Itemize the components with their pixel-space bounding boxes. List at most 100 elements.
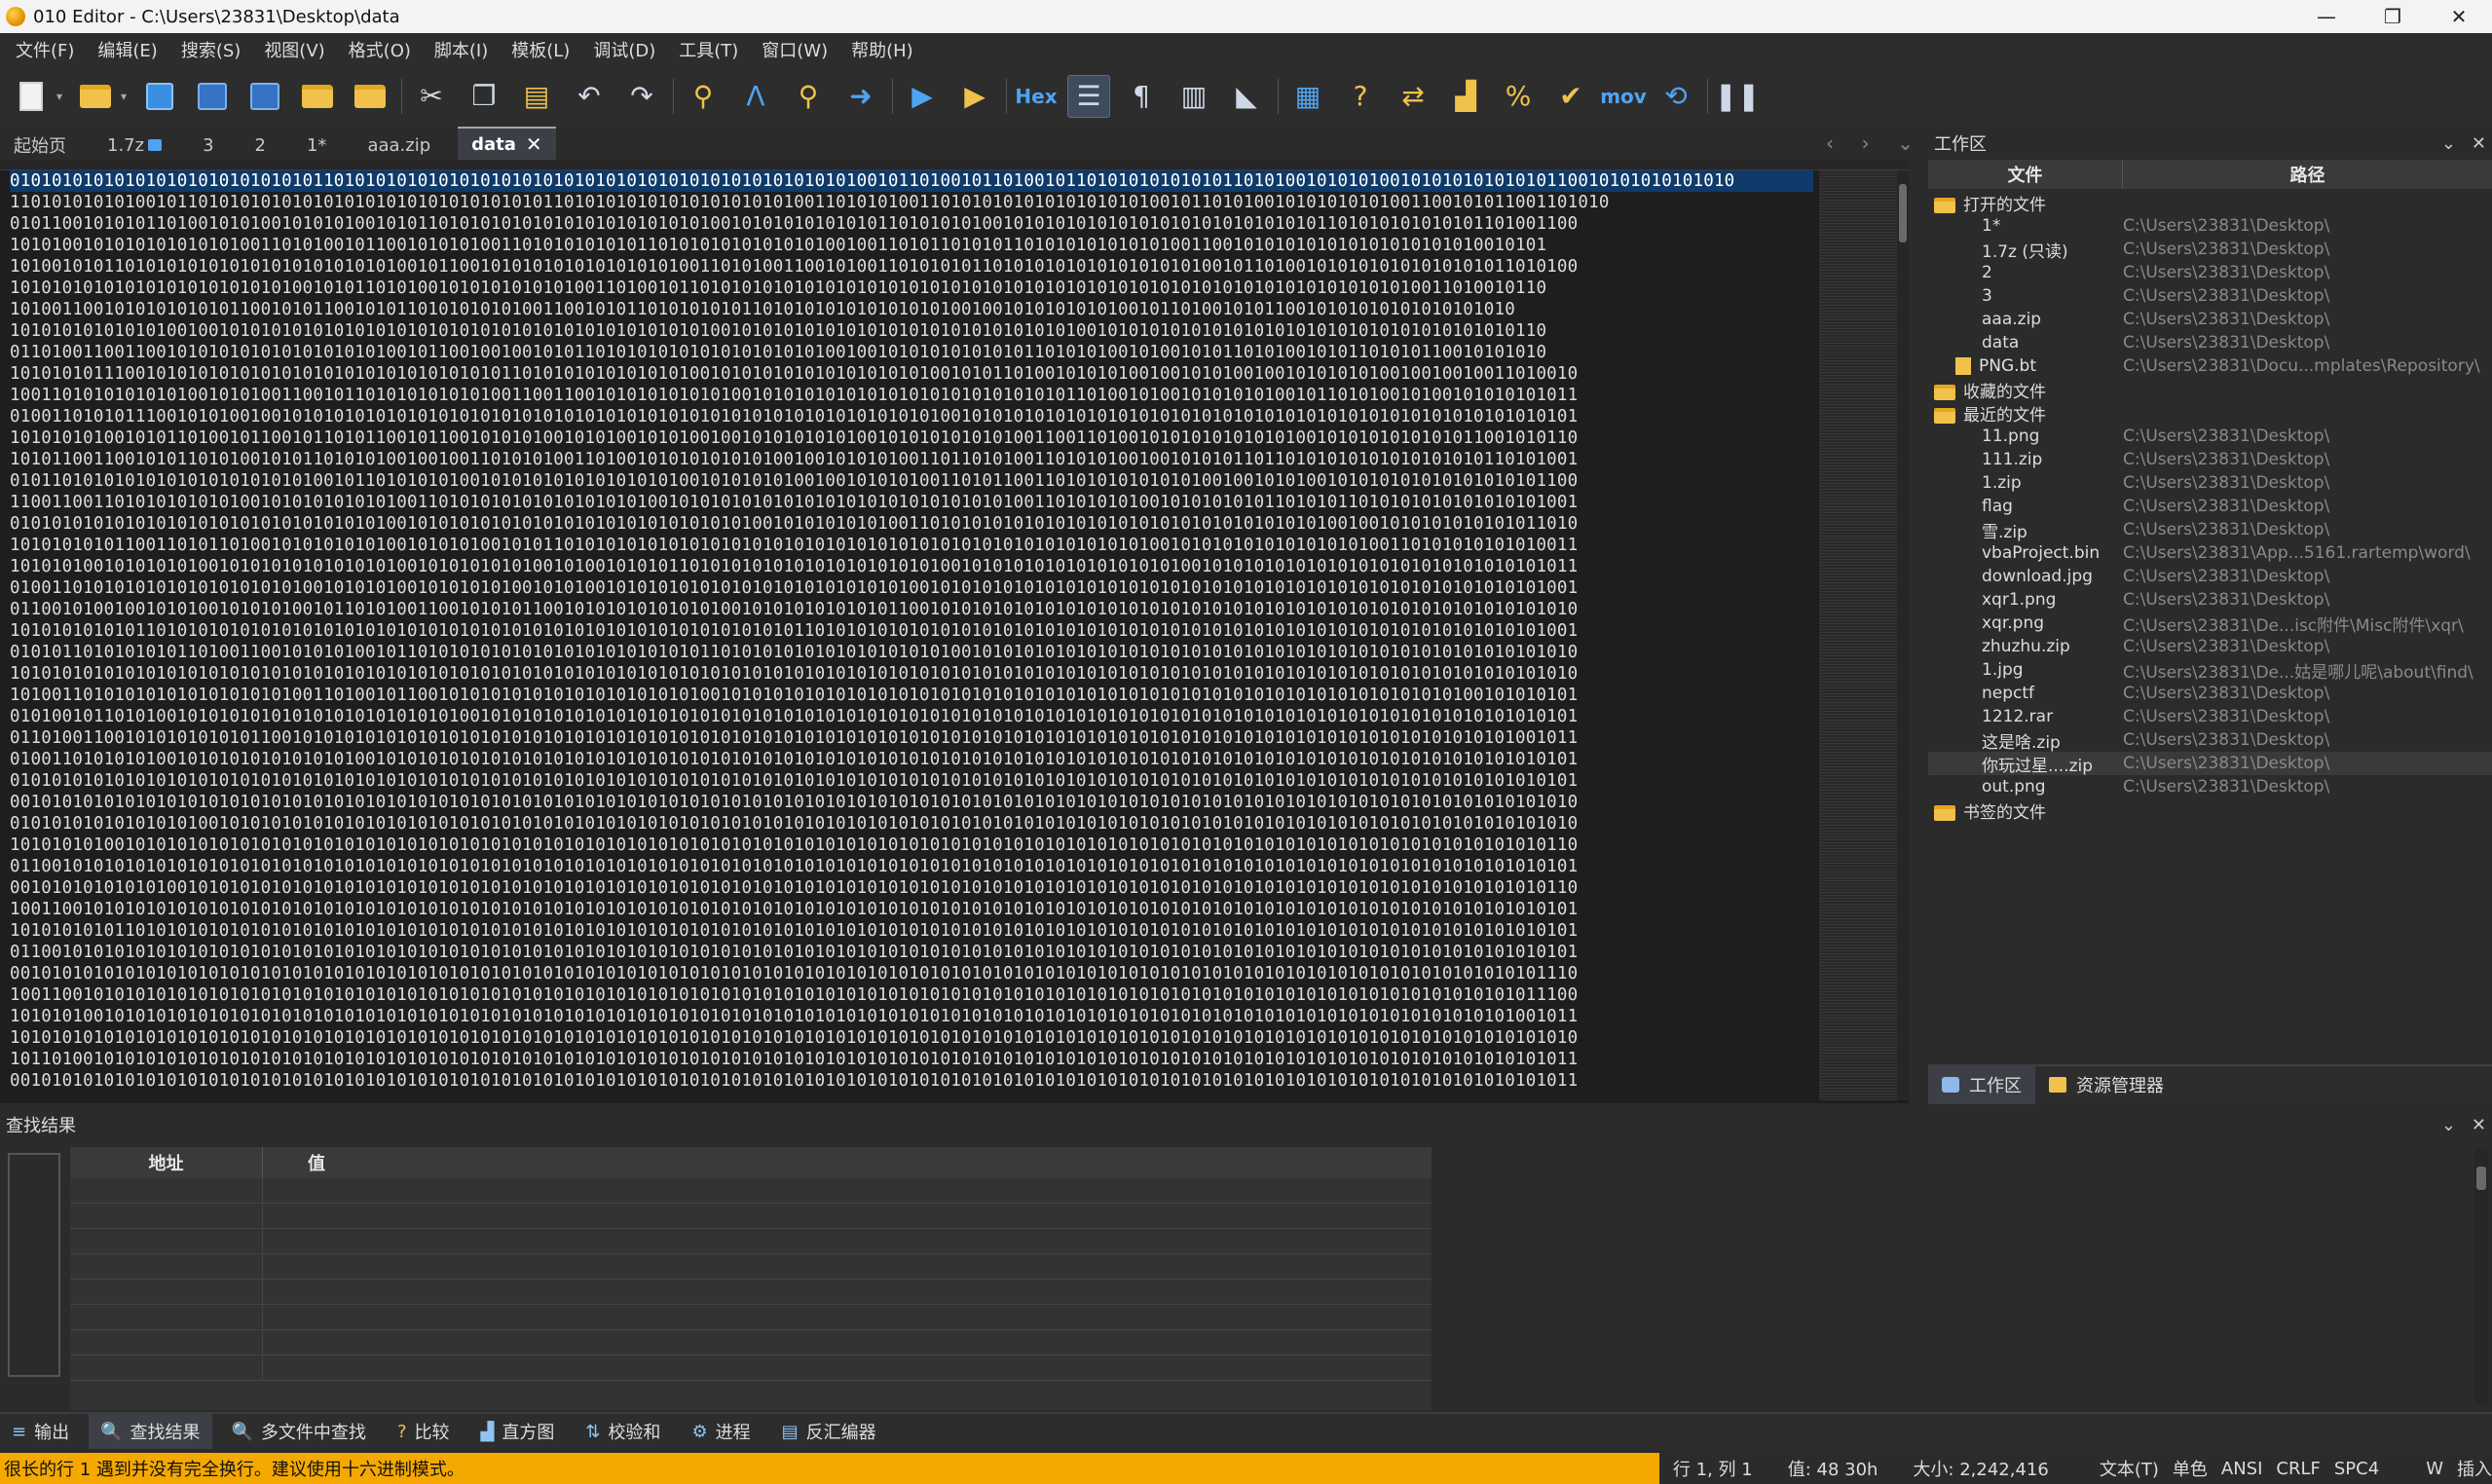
save-all-button[interactable]	[243, 75, 286, 118]
show-whitespace-button[interactable]: ¶	[1120, 75, 1163, 118]
find-results-table[interactable]: 地址 值	[70, 1147, 1432, 1410]
tab-close-icon[interactable]: ✕	[526, 132, 542, 156]
paste-button[interactable]: ▤	[515, 75, 558, 118]
table-row[interactable]	[70, 1178, 1432, 1204]
tree-file-row[interactable]: vbaProject.bin C:\Users\23831\App...5161.…	[1928, 541, 2492, 565]
run-template-button[interactable]: ▶	[953, 75, 996, 118]
save-button[interactable]	[138, 75, 181, 118]
checksum-button[interactable]: %	[1497, 75, 1540, 118]
tree-file-row[interactable]: 11.png C:\Users\23831\Desktop\	[1928, 425, 2492, 448]
tab-next-icon[interactable]: ›	[1862, 131, 1870, 155]
tab-aaa.zip[interactable]: aaa.zip	[353, 130, 444, 160]
status-insert[interactable]: 插入	[2457, 1456, 2492, 1481]
tab-2[interactable]: 2	[242, 130, 279, 160]
workspace-folder-button[interactable]	[349, 75, 391, 118]
undo-button[interactable]: ↶	[568, 75, 611, 118]
tree-file-row[interactable]: out.png C:\Users\23831\Desktop\	[1928, 775, 2492, 798]
bottom-tab[interactable]: 🔍 多文件中查找	[220, 1414, 378, 1449]
tree-file-row[interactable]: 111.zip C:\Users\23831\Desktop\	[1928, 448, 2492, 471]
status-encoding[interactable]: ANSI	[2221, 1459, 2263, 1479]
path-column-header[interactable]: 路径	[2123, 160, 2492, 189]
close-icon[interactable]: ✕	[2472, 133, 2486, 154]
editor-content[interactable]: 0101010101010101010101010101011010101010…	[10, 170, 1813, 1100]
editor-minimap[interactable]	[1819, 170, 1897, 1100]
bottom-tab[interactable]: ⚙ 进程	[680, 1414, 762, 1449]
menu-item[interactable]: 文件(F)	[6, 37, 88, 62]
base-converter-button[interactable]: ⟲	[1655, 75, 1697, 118]
tree-file-row[interactable]: 3 C:\Users\23831\Desktop\	[1928, 284, 2492, 308]
compare-button[interactable]: ⇄	[1392, 75, 1434, 118]
copy-button[interactable]: ❐	[463, 75, 505, 118]
open-folder-button[interactable]	[296, 75, 339, 118]
minimize-button[interactable]: —	[2293, 0, 2360, 33]
tree-file-row[interactable]: 这是啥.zip C:\Users\23831\Desktop\	[1928, 728, 2492, 753]
menu-item[interactable]: 编辑(E)	[88, 37, 170, 62]
tree-file-row[interactable]: zhuzhu.zip C:\Users\23831\Desktop\	[1928, 635, 2492, 658]
tree-file-row[interactable]: nepctf C:\Users\23831\Desktop\	[1928, 682, 2492, 705]
menu-item[interactable]: 窗口(W)	[752, 37, 841, 62]
tree-file-row[interactable]: xqr.png C:\Users\23831\De...isc附件\Misc附件\…	[1928, 612, 2492, 636]
tree-template-row[interactable]: PNG.bt C:\Users\23831\Docu...mplates\Repo…	[1928, 354, 2492, 378]
close-icon[interactable]: ✕	[2472, 1115, 2486, 1135]
tree-group-0[interactable]: 打开的文件	[1928, 191, 2492, 215]
hex-mode-button[interactable]: Hex	[1015, 75, 1058, 118]
tab-data[interactable]: data ✕	[458, 127, 556, 160]
status-position[interactable]: 行 1, 列 1	[1673, 1456, 1753, 1481]
address-column-header[interactable]: 地址	[70, 1147, 263, 1178]
inspector-button[interactable]: ?	[1339, 75, 1382, 118]
find-results-scrollbar[interactable]	[2474, 1149, 2488, 1404]
status-spacing[interactable]: SPC4	[2334, 1459, 2379, 1479]
tree-file-row[interactable]: xqr1.png C:\Users\23831\Desktop\	[1928, 588, 2492, 612]
tab-起始页[interactable]: 起始页	[0, 130, 80, 160]
menu-item[interactable]: 帮助(H)	[841, 37, 927, 62]
disassembler-button[interactable]: mov	[1600, 75, 1647, 118]
bottom-tab[interactable]: ? 比较	[386, 1414, 462, 1449]
table-row[interactable]	[70, 1305, 1432, 1330]
menu-item[interactable]: 脚本(I)	[425, 37, 502, 62]
find-in-files-button[interactable]: ⚲	[787, 75, 830, 118]
redo-button[interactable]: ↷	[620, 75, 663, 118]
table-row[interactable]	[70, 1254, 1432, 1280]
file-column-header[interactable]: 文件	[1928, 160, 2123, 189]
close-window-button[interactable]: ✕	[2426, 0, 2492, 33]
bottom-tab[interactable]: ▟ 直方图	[469, 1414, 567, 1449]
table-row[interactable]	[70, 1204, 1432, 1229]
status-color[interactable]: 单色	[2173, 1456, 2208, 1481]
tree-group-2[interactable]: 最近的文件	[1928, 401, 2492, 426]
value-column-header[interactable]: 值	[263, 1147, 1432, 1178]
tree-file-row[interactable]: 雪.zip C:\Users\23831\Desktop\	[1928, 518, 2492, 542]
table-row[interactable]	[70, 1330, 1432, 1355]
table-row[interactable]	[70, 1280, 1432, 1305]
new-dropdown-icon[interactable]: ▾	[56, 90, 66, 103]
tree-file-row[interactable]: 1.jpg C:\Users\23831\De...姑是哪儿呢\about\fin…	[1928, 658, 2492, 683]
highlight-button[interactable]: ◣	[1225, 75, 1268, 118]
tab-prev-icon[interactable]: ‹	[1826, 131, 1834, 155]
tab-1.7z[interactable]: 1.7z	[93, 130, 175, 160]
menu-item[interactable]: 格式(O)	[339, 37, 425, 62]
tree-group-1[interactable]: 收藏的文件	[1928, 378, 2492, 402]
tab-3[interactable]: 3	[189, 130, 227, 160]
verify-button[interactable]: ✔	[1549, 75, 1592, 118]
tree-file-row[interactable]: download.jpg C:\Users\23831\Desktop\	[1928, 565, 2492, 588]
bottom-tab[interactable]: ≡ 输出	[0, 1414, 81, 1449]
dropdown-icon[interactable]: ⌄	[2441, 133, 2456, 154]
tree-file-row[interactable]: 1212.rar C:\Users\23831\Desktop\	[1928, 705, 2492, 728]
scrollbar-thumb[interactable]	[2476, 1167, 2486, 1190]
find-button[interactable]: ⚲	[682, 75, 725, 118]
bottom-tab[interactable]: 🔍 查找结果	[89, 1414, 212, 1449]
menu-item[interactable]: 视图(V)	[254, 37, 338, 62]
tree-file-row[interactable]: 2 C:\Users\23831\Desktop\	[1928, 261, 2492, 284]
menu-item[interactable]: 调试(D)	[583, 37, 669, 62]
status-value[interactable]: 值: 48 30h	[1788, 1456, 1878, 1481]
scrollbar-thumb[interactable]	[1899, 184, 1907, 242]
tab-list-icon[interactable]: ⌄	[1897, 131, 1914, 155]
table-row[interactable]	[70, 1355, 1432, 1381]
tab-workspace[interactable]: 工作区	[1928, 1065, 2035, 1104]
bottom-tab[interactable]: ⇅ 校验和	[574, 1414, 672, 1449]
maximize-button[interactable]: ❐	[2360, 0, 2426, 33]
bottom-tab[interactable]: ▤ 反汇编器	[770, 1414, 888, 1449]
pause-button[interactable]: ❚❚	[1715, 75, 1761, 118]
status-mode[interactable]: 文本(T)	[2100, 1456, 2159, 1481]
text-editor[interactable]: 0101010101010101010101010101011010101010…	[0, 161, 1909, 1103]
menu-item[interactable]: 工具(T)	[669, 37, 752, 62]
